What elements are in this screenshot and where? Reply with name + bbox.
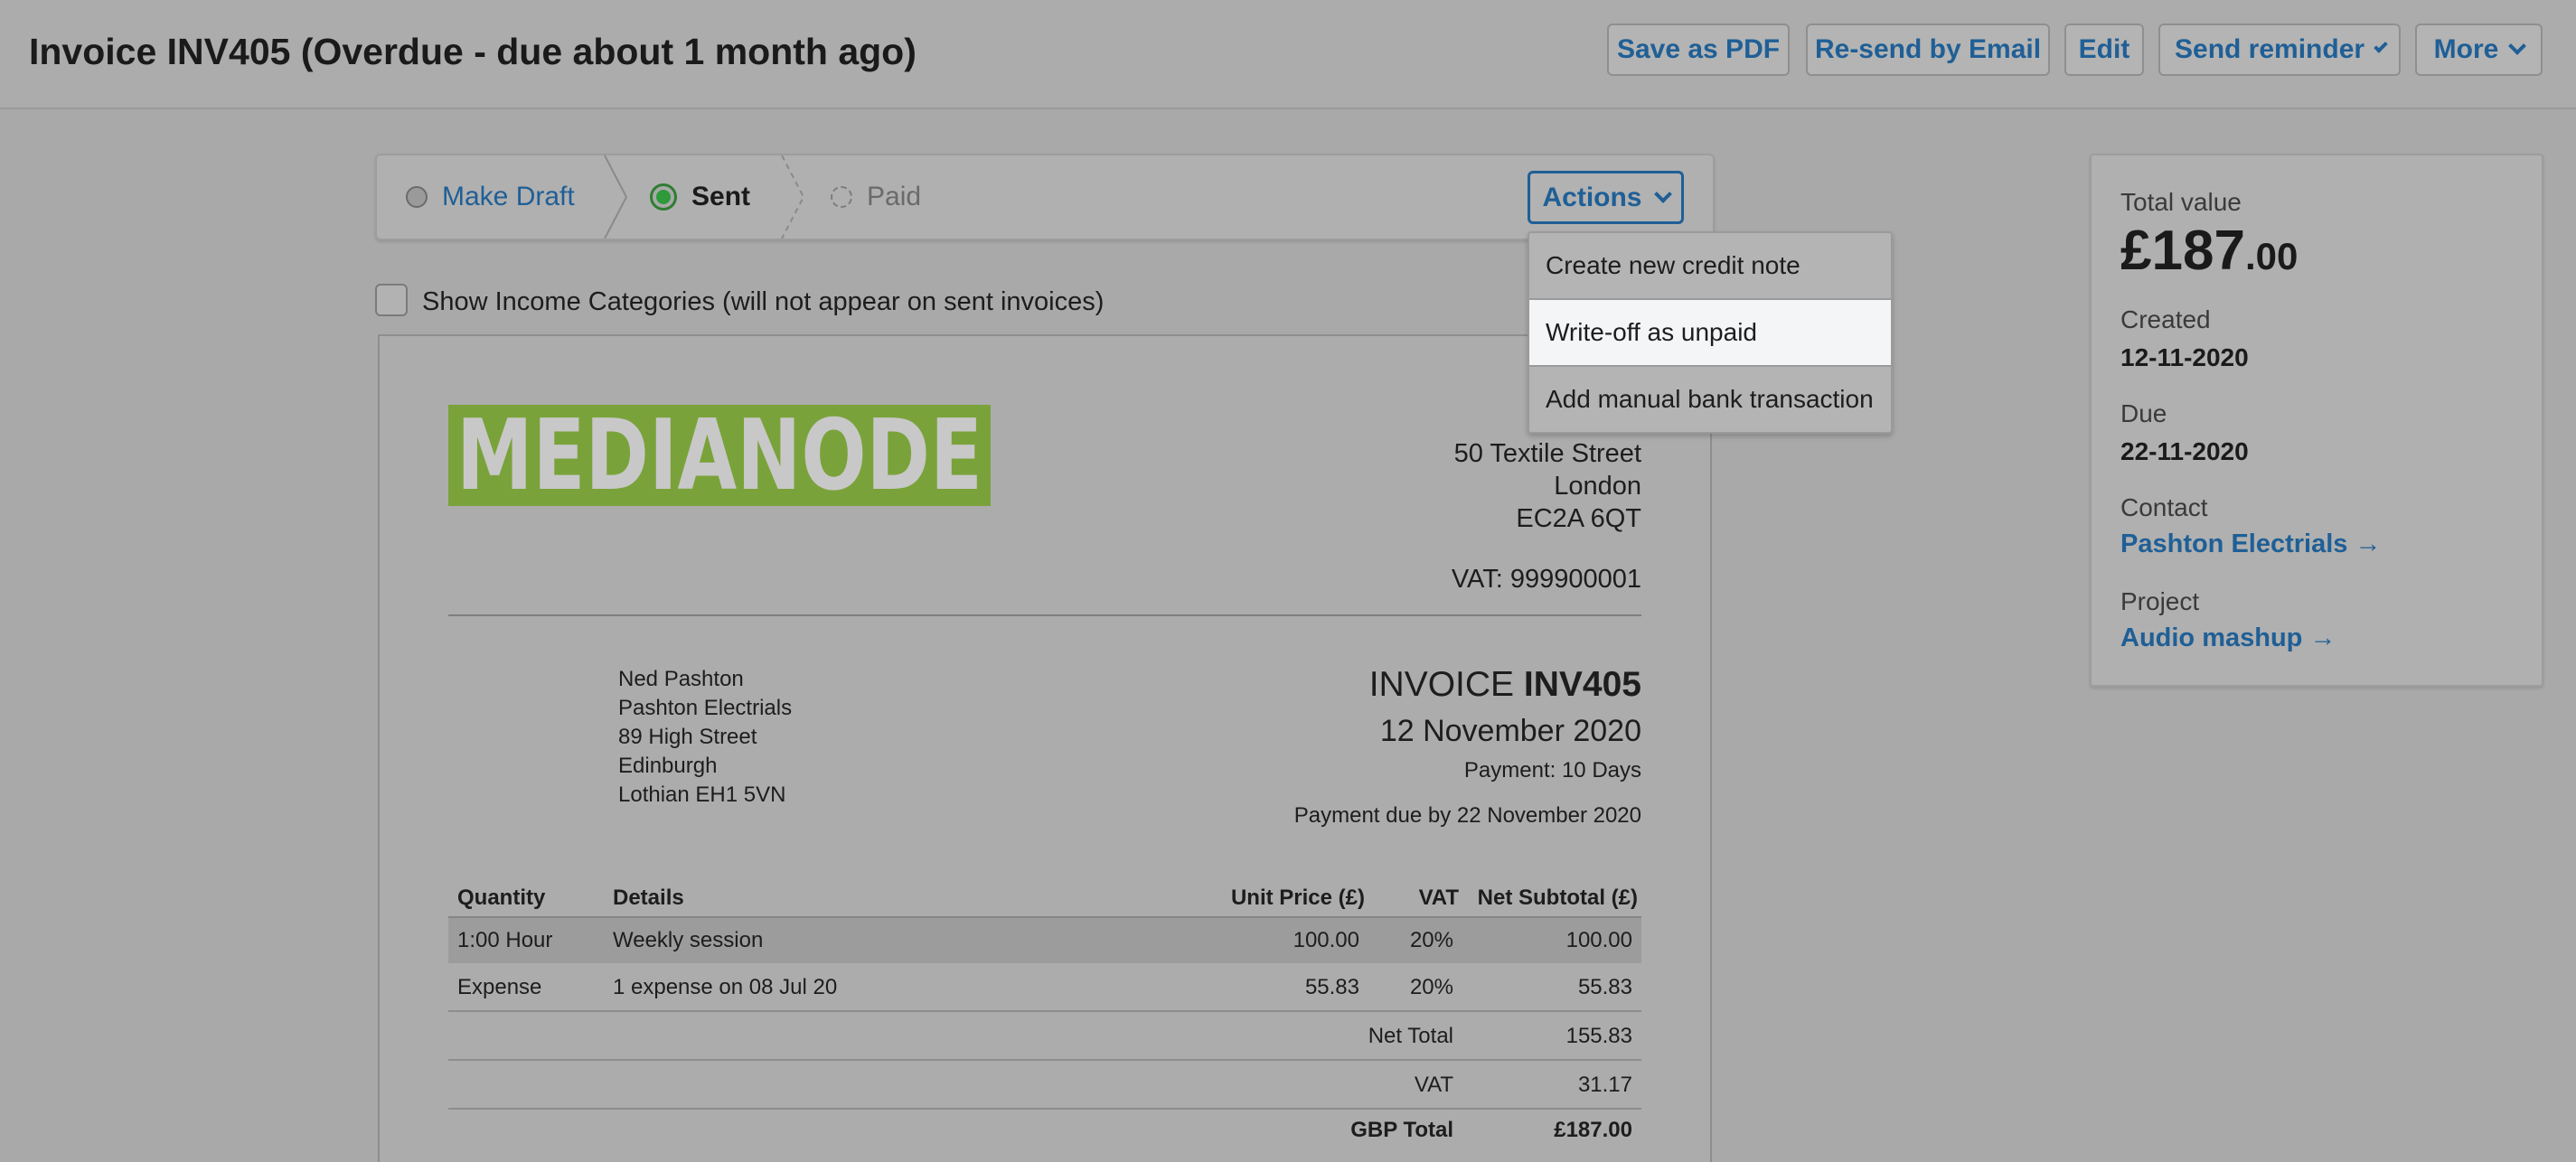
invoice-summary-panel: Total value £187.00 Created 12-11-2020 D… — [2090, 154, 2543, 687]
step-sent-label: Sent — [691, 182, 751, 211]
actions-label: Actions — [1542, 182, 1642, 212]
edit-label: Edit — [2078, 34, 2130, 64]
resend-label: Re-send by Email — [1814, 34, 2042, 64]
step-make-draft-label: Make Draft — [442, 182, 575, 211]
column-vat: VAT — [1418, 886, 1459, 910]
invoice-title-prefix: INVOICE — [1368, 665, 1515, 704]
menu-item-create-credit-note[interactable]: Create new credit note — [1529, 233, 1891, 298]
step-paid: Paid — [831, 155, 921, 239]
page-header: Invoice INV405 (Overdue - due about 1 mo… — [0, 0, 2576, 109]
radio-on-icon — [650, 183, 677, 211]
step-make-draft[interactable]: Make Draft — [406, 155, 575, 239]
company-vat: VAT: 999900001 — [1451, 565, 1641, 594]
recipient-street: 89 High Street — [618, 725, 757, 749]
actions-dropdown-button[interactable]: Actions — [1528, 171, 1684, 224]
send-reminder-label: Send reminder — [2175, 34, 2365, 64]
send-reminder-button[interactable]: Send reminder — [2158, 23, 2401, 76]
row-net: 55.83 — [1577, 975, 1632, 999]
invoice-title: INVOICE INV405 — [1294, 665, 1641, 705]
project-link[interactable]: Audio mashup → — [2120, 623, 2336, 653]
total-value-main: £187 — [2120, 220, 2245, 282]
row-details: 1 expense on 08 Jul 20 — [613, 975, 838, 999]
net-total-value: 155.83 — [1565, 1024, 1632, 1048]
step-sent: Sent — [650, 155, 750, 239]
radio-pending-icon — [831, 186, 852, 208]
column-details: Details — [613, 886, 684, 910]
net-total-label: Net Total — [1368, 1024, 1453, 1048]
row-quantity: Expense — [457, 975, 542, 999]
recipient-name: Ned Pashton — [618, 667, 744, 691]
row-net: 100.00 — [1565, 928, 1632, 952]
gbp-total-label: GBP Total — [1350, 1118, 1453, 1142]
row-unit-price: 55.83 — [1304, 975, 1359, 999]
more-button[interactable]: More — [2415, 23, 2543, 76]
company-logo: MEDIANODE — [448, 405, 991, 506]
show-income-categories-checkbox[interactable] — [375, 284, 408, 316]
chevron-down-icon — [2374, 39, 2388, 53]
row-vat: 20% — [1409, 928, 1453, 952]
show-income-categories-label: Show Income Categories (will not appear … — [422, 287, 1105, 316]
company-city: London — [1554, 472, 1641, 501]
company-postcode: EC2A 6QT — [1516, 504, 1641, 533]
row-quantity: 1:00 Hour — [457, 928, 553, 952]
more-label: More — [2433, 34, 2499, 64]
recipient-company: Pashton Electrials — [618, 696, 793, 720]
invoice-date: 12 November 2020 — [1379, 714, 1641, 748]
contact-label: Contact — [2120, 493, 2208, 521]
actions-menu: Create new credit note Write-off as unpa… — [1528, 231, 1893, 434]
page-title: Invoice INV405 (Overdue - due about 1 mo… — [29, 31, 917, 72]
row-unit-price: 100.00 — [1293, 928, 1359, 952]
due-date: 22-11-2020 — [2120, 437, 2249, 465]
divider — [448, 614, 1641, 616]
created-date: 12-11-2020 — [2120, 343, 2249, 371]
step-separator — [781, 155, 805, 239]
project-label: Project — [2120, 587, 2200, 615]
edit-button[interactable]: Edit — [2064, 23, 2144, 76]
vat-total-value: 31.17 — [1577, 1073, 1632, 1097]
logo-text: MEDIANODE — [456, 405, 982, 506]
chevron-down-icon — [2508, 37, 2527, 55]
divider — [448, 1059, 1641, 1061]
invoice-heading: INVOICE INV405 12 November 2020 Payment:… — [1294, 665, 1641, 829]
row-details: Weekly session — [613, 928, 764, 952]
total-value-label: Total value — [2120, 188, 2242, 216]
save-as-pdf-label: Save as PDF — [1616, 34, 1781, 64]
gbp-total-value: £187.00 — [1554, 1118, 1632, 1142]
vat-total-label: VAT — [1414, 1073, 1453, 1097]
contact-link[interactable]: Pashton Electrials → — [2120, 529, 2382, 559]
menu-item-add-bank-transaction[interactable]: Add manual bank transaction — [1529, 367, 1891, 432]
column-net-subtotal: Net Subtotal (£) — [1477, 886, 1638, 910]
due-label: Due — [2120, 399, 2167, 427]
column-unit-price: Unit Price (£) — [1230, 886, 1365, 910]
recipient-postcode: Lothian EH1 5VN — [618, 782, 786, 807]
save-as-pdf-button[interactable]: Save as PDF — [1607, 23, 1790, 76]
payment-terms: Payment: 10 Days — [1463, 758, 1641, 782]
invoice-number: INV405 — [1523, 665, 1641, 704]
resend-by-email-button[interactable]: Re-send by Email — [1806, 23, 2050, 76]
payment-due-date: Payment due by 22 November 2020 — [1293, 803, 1641, 828]
radio-off-icon — [406, 186, 428, 208]
column-quantity: Quantity — [457, 886, 546, 910]
step-paid-label: Paid — [867, 182, 922, 211]
company-street: 50 Textile Street — [1453, 439, 1641, 468]
chevron-down-icon — [1653, 184, 1672, 203]
divider — [448, 1108, 1641, 1110]
created-label: Created — [2120, 305, 2211, 333]
row-vat: 20% — [1409, 975, 1453, 999]
total-value-cents: .00 — [2244, 235, 2299, 277]
invoice-status-bar: Make Draft Sent Paid — [375, 154, 1715, 240]
total-value: £187.00 — [2120, 219, 2298, 283]
divider — [448, 1010, 1641, 1012]
step-separator — [604, 155, 628, 239]
recipient-city: Edinburgh — [618, 754, 718, 778]
menu-item-write-off[interactable]: Write-off as unpaid — [1529, 300, 1891, 365]
recipient-address: Ned Pashton Pashton Electrials 89 High S… — [618, 665, 792, 810]
